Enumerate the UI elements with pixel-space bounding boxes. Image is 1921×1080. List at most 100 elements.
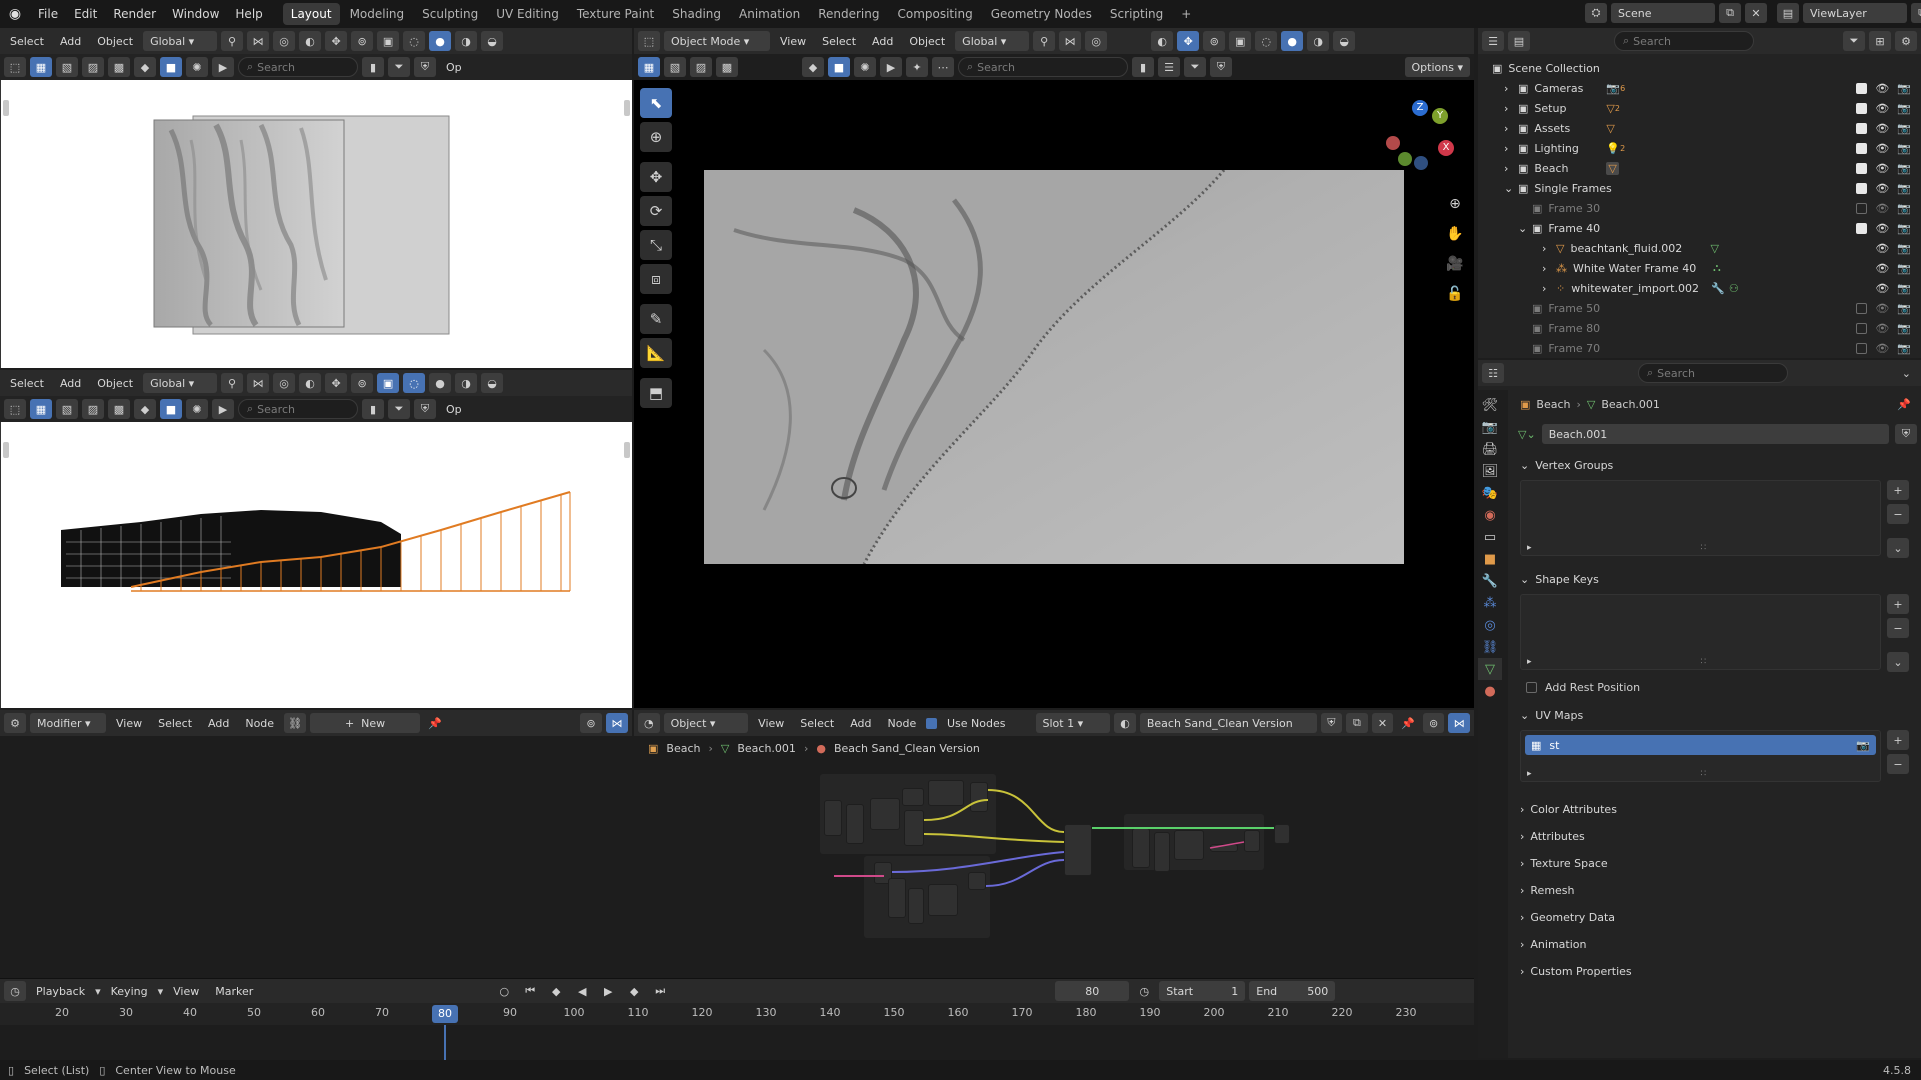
filter-light-icon[interactable]: ✺ xyxy=(854,57,876,77)
jump-start-icon[interactable]: ⏮ xyxy=(519,981,541,1001)
shading-solid-icon[interactable]: ● xyxy=(429,31,452,51)
options-short-label[interactable]: Op xyxy=(440,61,468,74)
overlay-icon[interactable]: ⊚ xyxy=(1422,713,1445,733)
exclude-checkbox[interactable] xyxy=(1856,82,1868,94)
expand-arrow-icon[interactable]: › xyxy=(1504,122,1518,135)
xray-icon[interactable]: ▣ xyxy=(1229,31,1252,51)
visibility-icon[interactable]: ◐ xyxy=(1151,31,1174,51)
proportional-edit-icon[interactable]: ◎ xyxy=(273,373,296,393)
menu-help[interactable]: Help xyxy=(227,7,270,21)
menu-playback[interactable]: Playback xyxy=(30,985,91,998)
filter-camera-icon[interactable]: ▶ xyxy=(880,57,902,77)
transform-orientation-dropdown[interactable]: Global ▾ xyxy=(143,373,218,393)
menu-window[interactable]: Window xyxy=(164,7,227,21)
shader-editor[interactable]: ◔ Object ▾ View Select Add Node Use Node… xyxy=(634,710,1474,976)
menu-render[interactable]: Render xyxy=(105,7,164,21)
tab-compositing[interactable]: Compositing xyxy=(889,3,980,25)
remove-uv-map-button[interactable]: − xyxy=(1887,754,1909,774)
menu-node[interactable]: Node xyxy=(239,717,280,730)
panel-texture-space[interactable]: › Texture Space xyxy=(1512,850,1917,877)
editor-type-icon[interactable]: ⬚ xyxy=(638,31,660,51)
chevron-down-icon[interactable]: ⌄ xyxy=(1902,367,1917,380)
visibility-icon[interactable]: ◐ xyxy=(299,373,322,393)
select-extend-icon[interactable]: ▧ xyxy=(56,57,78,77)
select-subtract-icon[interactable]: ▨ xyxy=(82,399,104,419)
panel-animation[interactable]: › Animation xyxy=(1512,931,1917,958)
gizmo-x-icon[interactable]: X xyxy=(1438,140,1454,156)
node-tree-icon[interactable]: ⛓ xyxy=(284,713,307,733)
tab-animation[interactable]: Animation xyxy=(731,3,808,25)
proportional-edit-icon[interactable]: ◎ xyxy=(273,31,296,51)
slot-dropdown[interactable]: Slot 1 ▾ xyxy=(1035,713,1111,733)
exclude-checkbox[interactable] xyxy=(1856,142,1868,154)
pin-icon[interactable]: 📌 xyxy=(424,713,446,733)
eye-icon[interactable]: 👁 xyxy=(1875,222,1889,235)
outliner-item-frame-50[interactable]: ▣ Frame 50 👁 📷 xyxy=(1478,298,1921,318)
fake-user-icon[interactable]: ⛨ xyxy=(1895,424,1917,444)
delete-scene-icon[interactable]: ✕ xyxy=(1745,3,1767,23)
new-viewlayer-icon[interactable]: ⧉ xyxy=(1911,3,1921,23)
pin-icon[interactable]: 📌 xyxy=(1397,713,1419,733)
eye-icon[interactable]: 👁 xyxy=(1875,322,1889,335)
expand-arrow-icon[interactable]: › xyxy=(1504,142,1518,155)
shading-solid-icon[interactable]: ● xyxy=(1281,31,1304,51)
outliner-item-frame-30[interactable]: ▣ Frame 30 👁 📷 xyxy=(1478,198,1921,218)
snap-icon[interactable]: ⋈ xyxy=(1448,713,1470,733)
gizmo-icon[interactable]: ✥ xyxy=(1177,31,1200,51)
material-browse-icon[interactable]: ◐ xyxy=(1114,713,1136,733)
menu-object[interactable]: Object xyxy=(903,35,951,48)
current-frame-field[interactable]: 80 xyxy=(1055,981,1130,1001)
list-icon[interactable]: ☰ xyxy=(1158,57,1180,77)
shading-rendered-icon[interactable]: ◒ xyxy=(481,373,504,393)
display-mode-icon[interactable]: ▤ xyxy=(1508,31,1530,51)
eye-icon[interactable]: 👁 xyxy=(1875,162,1889,175)
outliner-item-white-water[interactable]: › ⁂ White Water Frame 40 ⛬ 👁 📷 xyxy=(1478,258,1921,278)
shading-wire-icon[interactable]: ◌ xyxy=(403,373,426,393)
outliner-search-input[interactable]: ⌕ Search xyxy=(1614,31,1754,51)
shield-icon[interactable]: ⛨ xyxy=(414,399,436,419)
options-short-label[interactable]: Op xyxy=(440,403,468,416)
settings-icon[interactable]: ⚙ xyxy=(1895,31,1917,51)
breadcrumb-material[interactable]: Beach Sand_Clean Version xyxy=(834,742,980,755)
viewport-search-input[interactable]: ⌕ Search xyxy=(238,57,358,77)
new-node-tree-button[interactable]: + New xyxy=(310,713,421,733)
filter-icon[interactable]: ⏷ xyxy=(1184,57,1206,77)
end-frame-field[interactable]: End 500 xyxy=(1249,981,1336,1001)
menu-select[interactable]: Select xyxy=(794,717,840,730)
annotate-tool-icon[interactable]: ✎ xyxy=(640,304,672,334)
remove-shape-key-button[interactable]: − xyxy=(1887,618,1909,638)
xray-icon[interactable]: ▣ xyxy=(377,31,400,51)
editor-type-icon[interactable]: ☰ xyxy=(1482,31,1504,51)
render-camera-icon[interactable]: 📷 xyxy=(1856,739,1870,752)
panel-custom-properties[interactable]: › Custom Properties xyxy=(1512,958,1917,985)
shield-icon[interactable]: ⛨ xyxy=(1210,57,1232,77)
list-resize-handle[interactable]: ∷ xyxy=(1701,543,1707,553)
tab-sculpting[interactable]: Sculpting xyxy=(414,3,486,25)
eye-icon[interactable]: 👁 xyxy=(1875,262,1889,275)
expand-arrow-icon[interactable]: › xyxy=(1542,242,1556,255)
outliner-item-single-frames[interactable]: ⌄ ▣ Single Frames 👁 📷 xyxy=(1478,178,1921,198)
tab-scripting[interactable]: Scripting xyxy=(1102,3,1171,25)
filter-light-icon[interactable]: ✺ xyxy=(186,57,208,77)
rotate-tool-icon[interactable]: ⟳ xyxy=(640,196,672,226)
material-tab-icon[interactable]: ● xyxy=(1478,680,1502,702)
shading-material-icon[interactable]: ◑ xyxy=(1307,31,1330,51)
panel-geometry-data[interactable]: › Geometry Data xyxy=(1512,904,1917,931)
new-collection-icon[interactable]: ⊞ xyxy=(1869,31,1891,51)
panel-color-attributes[interactable]: › Color Attributes xyxy=(1512,796,1917,823)
collapse-arrow-icon[interactable]: ⌄ xyxy=(1504,182,1518,195)
measure-tool-icon[interactable]: 📐 xyxy=(640,338,672,368)
menu-select[interactable]: Select xyxy=(816,35,862,48)
pan-hand-icon[interactable]: ✋ xyxy=(1442,226,1468,256)
visibility-icon[interactable]: ◐ xyxy=(299,31,322,51)
bookmark-icon[interactable]: ▮ xyxy=(362,57,384,77)
outliner-item-whitewater-import[interactable]: › ⁘ whitewater_import.002 🔧 ⚇ 👁 📷 xyxy=(1478,278,1921,298)
list-expand-icon[interactable]: ▸ xyxy=(1527,769,1532,779)
list-expand-icon[interactable]: ▸ xyxy=(1527,543,1532,553)
tab-uv-editing[interactable]: UV Editing xyxy=(488,3,567,25)
add-uv-map-button[interactable]: + xyxy=(1887,730,1909,750)
shading-material-icon[interactable]: ◑ xyxy=(455,31,478,51)
fake-user-icon[interactable]: ⛨ xyxy=(1320,713,1343,733)
outliner[interactable]: ☰ ▤ ⌕ Search ⏷ ⊞ ⚙ ▣ Scene Collection › ▣… xyxy=(1478,28,1921,358)
uv-maps-listbox[interactable]: ▦ st 📷 ▸ ∷ xyxy=(1520,730,1881,782)
